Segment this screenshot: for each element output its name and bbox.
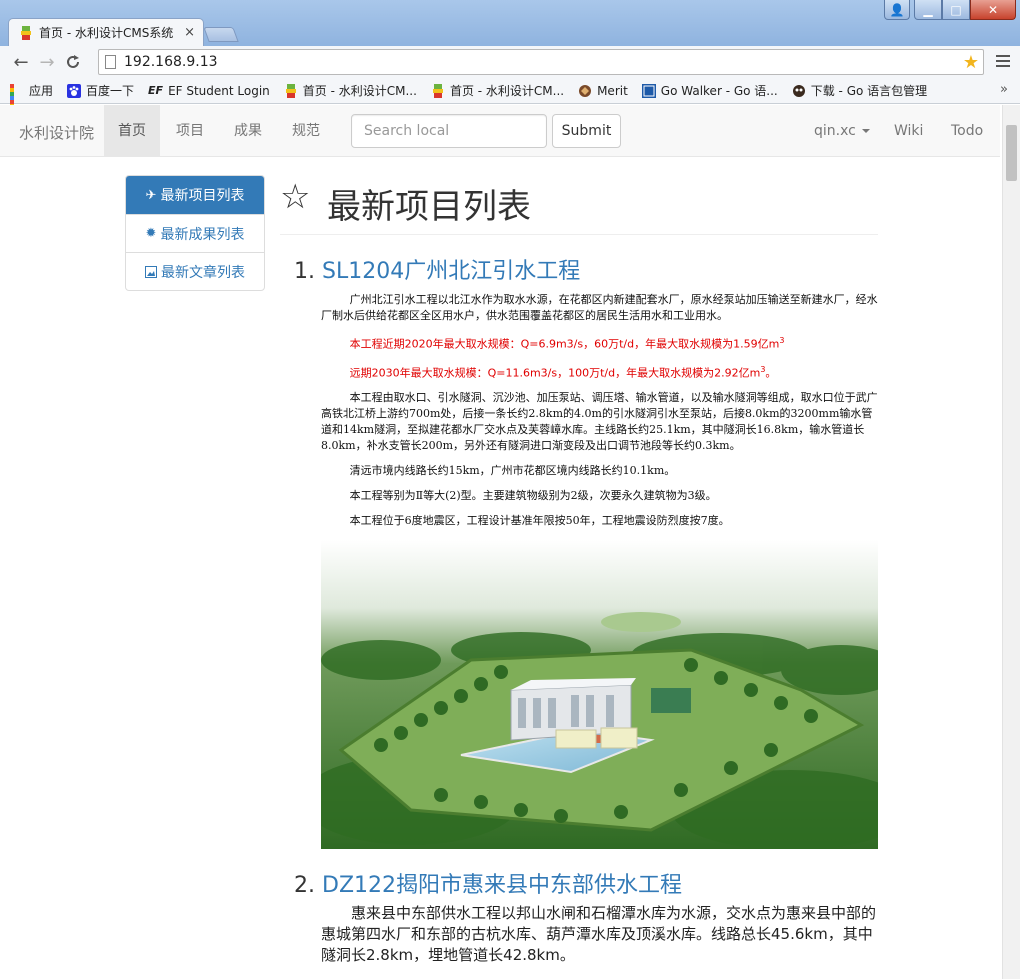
tab-close-icon[interactable]: × <box>184 25 195 40</box>
gopher-icon <box>792 84 805 97</box>
window-controls: 👤 ▁ □ ✕ <box>884 0 1016 20</box>
merit-icon <box>579 84 592 97</box>
paragraph: 本工程等别为Ⅱ等大(2)型。主要建筑物级别为2级，次要永久建筑物为3级。 <box>349 489 717 503</box>
bookmark-label: EF Student Login <box>168 83 270 98</box>
search-input[interactable] <box>351 114 547 148</box>
project-aerial-image <box>321 540 878 849</box>
site-favicon <box>285 83 296 98</box>
page-icon <box>105 55 116 69</box>
project-description-1: 广州北江引水工程以北江水作为取水水源，在花都区内新建配套水厂，原水经泵站加压输送… <box>321 292 878 538</box>
bookmark-label: 应用 <box>29 84 54 98</box>
tab-title: 首页 - 水利设计CMS系统 <box>39 26 174 40</box>
browser-tab[interactable]: 首页 - 水利设计CMS系统 × <box>8 18 204 46</box>
site-navbar: 水利设计院 首页 项目 成果 规范 Submit qin.xc Wiki Tod… <box>0 105 1000 157</box>
title-bar: 👤 ▁ □ ✕ 首页 - 水利设计CMS系统 × <box>0 0 1020 46</box>
project-title-2: 2. DZ122揭阳市惠来县中东部供水工程 <box>294 867 682 899</box>
bookmark-label: Go Walker - Go 语... <box>660 84 778 98</box>
user-profile-icon[interactable]: 👤 <box>884 0 910 20</box>
new-tab-button[interactable] <box>203 27 239 42</box>
close-window-button[interactable]: ✕ <box>970 0 1016 20</box>
ef-logo-icon: EF <box>148 84 164 97</box>
paragraph: 广州北江引水工程以北江水作为取水水源，在花都区内新建配套水厂，原水经泵站加压输送… <box>321 293 878 322</box>
bookmark-label: 首页 - 水利设计CM... <box>449 84 565 98</box>
sidebar-item-latest-results[interactable]: ✹ 最新成果列表 <box>126 214 264 252</box>
bookmark-star-icon[interactable]: ★ <box>963 52 979 73</box>
back-button[interactable]: ← <box>8 49 34 75</box>
plane-icon: ✈ <box>145 187 157 203</box>
bookmarks-bar: 应用 百度一下 EF EF Student Login 首页 - 水利设计CM.… <box>0 78 1020 120</box>
paragraph: 本工程位于6度地震区，工程设计基准年限按50年，工程地震设防烈度按7度。 <box>349 514 730 528</box>
project-link[interactable]: DZ122揭阳市惠来县中东部供水工程 <box>322 873 682 898</box>
bookmark-apps[interactable]: 应用 <box>10 82 54 120</box>
url-text[interactable]: 192.168.9.13 <box>124 54 963 70</box>
browser-window: 👤 ▁ □ ✕ 首页 - 水利设计CMS系统 × ← → 192.168.9.1… <box>0 0 1020 979</box>
bookmark-cms-1[interactable]: 首页 - 水利设计CM... <box>284 82 417 99</box>
nav-standards[interactable]: 规范 <box>278 105 334 156</box>
bookmark-cms-2[interactable]: 首页 - 水利设计CM... <box>431 82 564 99</box>
bookmark-go-download[interactable]: 下载 - Go 语言包管理 <box>792 82 927 99</box>
chrome-menu-icon[interactable] <box>996 53 1010 69</box>
bookmark-label: 百度一下 <box>86 84 135 98</box>
reload-button[interactable] <box>60 49 86 75</box>
paragraph: 本工程由取水口、引水隧洞、沉沙池、加压泵站、调压塔、输水管道，以及输水隧洞等组成… <box>321 391 878 453</box>
bookmarks-overflow-icon[interactable]: » <box>1000 82 1008 97</box>
bookmark-go-walker[interactable]: Go Walker - Go 语... <box>641 82 778 99</box>
baidu-paw-icon <box>67 83 82 98</box>
bookmark-ef[interactable]: EF EF Student Login <box>148 84 270 98</box>
list-number: 2. <box>294 873 315 898</box>
bookmark-label: Merit <box>597 83 628 98</box>
apps-grid-icon <box>10 83 24 120</box>
nav-todo[interactable]: Todo <box>937 105 997 156</box>
nav-results[interactable]: 成果 <box>220 105 276 156</box>
sidebar-item-latest-articles[interactable]: 最新文章列表 <box>126 252 264 290</box>
sidebar-list: ✈ 最新项目列表 ✹ 最新成果列表 最新文章列表 <box>125 175 265 291</box>
site-favicon <box>432 83 443 98</box>
project-description-2: 惠来县中东部供水工程以邦山水闸和石榴潭水库为水源，交水点为惠来县中部的惠城第四水… <box>321 904 877 964</box>
godoc-icon <box>641 83 656 98</box>
certificate-icon: ✹ <box>145 226 157 241</box>
caret-down-icon <box>861 129 870 133</box>
page-scrollbar[interactable] <box>1002 105 1020 979</box>
bookmark-baidu[interactable]: 百度一下 <box>67 82 134 99</box>
project-link[interactable]: SL1204广州北江引水工程 <box>322 259 580 284</box>
bookmark-label: 首页 - 水利设计CM... <box>302 84 417 98</box>
maximize-button[interactable]: □ <box>942 0 970 20</box>
bookmark-merit[interactable]: Merit <box>578 84 628 98</box>
site-brand[interactable]: 水利设计院 <box>19 122 94 143</box>
sidebar-item-label: 最新成果列表 <box>160 226 245 243</box>
address-bar[interactable]: 192.168.9.13 ★ <box>98 49 984 75</box>
sidebar-item-label: 最新文章列表 <box>161 264 245 281</box>
list-number: 1. <box>294 259 315 284</box>
bookmark-label: 下载 - Go 语言包管理 <box>810 84 928 98</box>
star-outline-icon: ☆ <box>280 177 311 217</box>
browser-toolbar: ← → 192.168.9.13 ★ <box>0 46 1020 78</box>
paragraph: 清远市境内线路长约15km，广州市花都区境内线路长约10.1km。 <box>349 464 676 478</box>
page-header: ☆ 最新项目列表 <box>280 171 878 235</box>
reload-icon <box>67 55 79 68</box>
submit-button[interactable]: Submit <box>552 114 621 148</box>
nav-wiki[interactable]: Wiki <box>880 105 937 156</box>
page-viewport: 水利设计院 首页 项目 成果 规范 Submit qin.xc Wiki Tod… <box>0 105 1002 979</box>
sidebar-item-label: 最新项目列表 <box>160 188 245 204</box>
project-title-1: 1. SL1204广州北江引水工程 <box>294 253 580 285</box>
page-title: 最新项目列表 <box>327 187 531 227</box>
forward-button[interactable]: → <box>34 49 60 75</box>
user-name: qin.xc <box>814 123 856 139</box>
red-spec-line: 本工程近期2020年最大取水规模：Q=6.9m3/s，60万t/d，年最大取水规… <box>349 336 785 351</box>
nav-home[interactable]: 首页 <box>104 105 160 156</box>
nav-projects[interactable]: 项目 <box>162 105 218 156</box>
red-spec-line: 远期2030年最大取水规模：Q=11.6m3/s，100万t/d，年最大取水规模… <box>349 364 777 380</box>
user-dropdown[interactable]: qin.xc <box>800 105 884 156</box>
sidebar-item-latest-projects[interactable]: ✈ 最新项目列表 <box>126 176 264 214</box>
site-favicon <box>21 25 31 40</box>
minimize-button[interactable]: ▁ <box>914 0 942 20</box>
scrollbar-thumb[interactable] <box>1006 125 1017 181</box>
picture-icon <box>145 265 157 278</box>
